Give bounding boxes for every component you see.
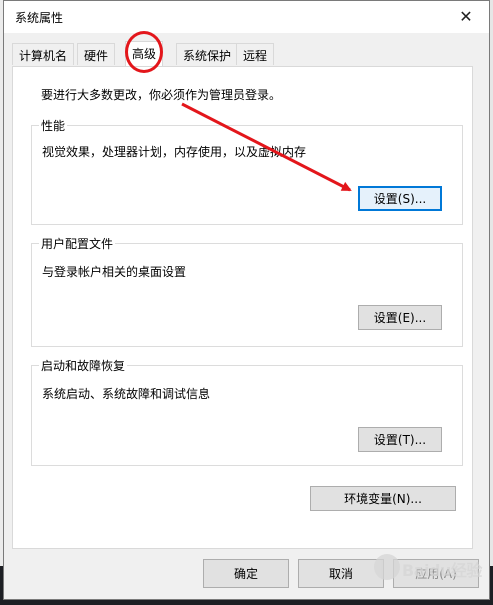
tab-remote[interactable]: 远程	[236, 43, 275, 65]
performance-group: 性能 视觉效果，处理器计划，内存使用，以及虚拟内存 设置(S)...	[31, 117, 463, 225]
performance-label: 性能	[39, 117, 68, 134]
user-profiles-description: 与登录帐户相关的桌面设置	[42, 265, 187, 279]
system-properties-dialog: 系统属性 ✕ 计算机名 硬件 高级 系统保护 远程 要进行大多数更改，你必须作为…	[3, 0, 490, 600]
watermark-text: Baidu经验	[402, 561, 482, 580]
title-bar: 系统属性 ✕	[4, 1, 489, 33]
annotation-circle	[125, 31, 163, 73]
tab-computer-name[interactable]: 计算机名	[12, 43, 75, 65]
admin-notice: 要进行大多数更改，你必须作为管理员登录。	[41, 88, 282, 102]
performance-settings-button[interactable]: 设置(S)...	[358, 186, 442, 211]
user-profiles-group: 用户配置文件 与登录帐户相关的桌面设置 设置(E)...	[31, 235, 463, 347]
user-profiles-settings-button[interactable]: 设置(E)...	[358, 305, 442, 330]
user-profiles-label: 用户配置文件	[39, 235, 116, 252]
baidu-paw-icon	[374, 554, 400, 580]
startup-recovery-settings-button[interactable]: 设置(T)...	[358, 427, 442, 452]
tab-system-protection[interactable]: 系统保护	[176, 43, 239, 65]
advanced-tab-panel: 要进行大多数更改，你必须作为管理员登录。 性能 视觉效果，处理器计划，内存使用，…	[12, 66, 473, 549]
tab-hardware[interactable]: 硬件	[77, 43, 116, 65]
ok-button[interactable]: 确定	[203, 559, 289, 588]
startup-recovery-group: 启动和故障恢复 系统启动、系统故障和调试信息 设置(T)...	[31, 357, 463, 466]
baidu-watermark: Baidu经验	[372, 551, 482, 585]
close-button[interactable]: ✕	[443, 1, 489, 31]
startup-recovery-label: 启动和故障恢复	[39, 357, 128, 374]
window-title: 系统属性	[15, 11, 64, 25]
environment-variables-button[interactable]: 环境变量(N)...	[310, 486, 456, 511]
performance-description: 视觉效果，处理器计划，内存使用，以及虚拟内存	[42, 145, 307, 159]
startup-recovery-description: 系统启动、系统故障和调试信息	[42, 387, 211, 401]
close-icon: ✕	[459, 6, 473, 26]
